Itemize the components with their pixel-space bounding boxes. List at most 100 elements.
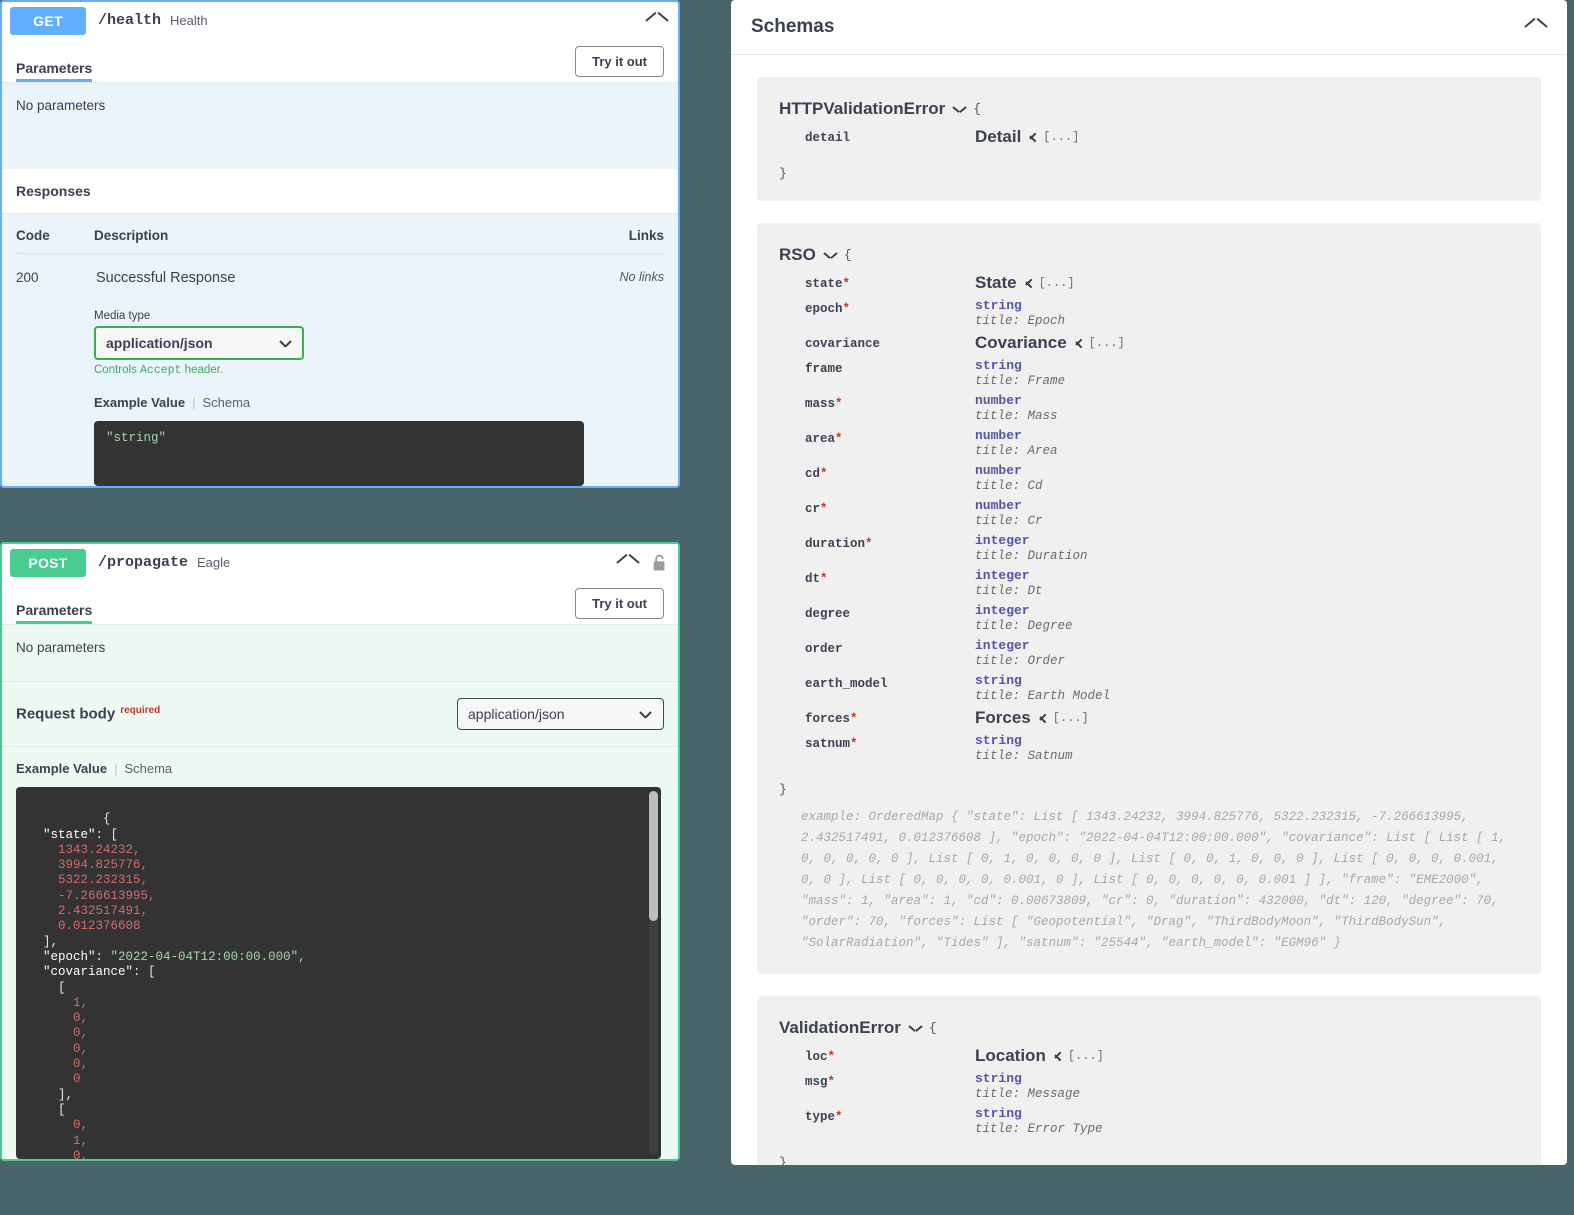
property-name: mass*: [805, 397, 843, 411]
property-name: type*: [805, 1110, 843, 1124]
operation-summary-text: Eagle: [197, 555, 231, 570]
model-name: RSO: [779, 245, 816, 264]
parameters-section-header: Parameters Try it out: [2, 39, 678, 83]
response-example-code-block: "string": [94, 421, 584, 486]
chevron-right-icon[interactable]: [1054, 1050, 1062, 1063]
chevron-up-icon[interactable]: [617, 557, 639, 569]
property-type: integer title: Duration: [975, 533, 1519, 563]
model-name: ValidationError: [779, 1018, 901, 1037]
code-block-scrollbar[interactable]: [649, 791, 658, 1155]
required-asterisk: *: [835, 432, 843, 446]
parameters-label: Parameters: [16, 602, 93, 624]
property-row: forces* Forces [...]: [779, 706, 1519, 731]
property-row: detail Detail [...]: [779, 125, 1519, 150]
chevron-right-icon[interactable]: [1039, 712, 1047, 725]
primitive-type: integer: [975, 568, 1030, 583]
chevron-up-icon[interactable]: [1525, 21, 1547, 33]
tab-divider: |: [114, 761, 118, 776]
response-media-type-select[interactable]: application/json: [94, 326, 304, 360]
property-name: order: [805, 642, 843, 656]
primitive-type: integer: [975, 533, 1030, 548]
model-title-row[interactable]: RSO {: [779, 245, 1519, 265]
model-card-rso: RSO{state* State [...] epoch* string title: E…: [757, 223, 1541, 974]
chevron-right-icon[interactable]: [1029, 131, 1037, 144]
unlocked-padlock-icon[interactable]: [651, 553, 668, 573]
required-asterisk: *: [835, 397, 843, 411]
responses-table-header: Code Description Links: [16, 214, 664, 254]
model-reference-link[interactable]: Detail: [975, 127, 1021, 147]
property-type: number title: Area: [975, 428, 1519, 458]
response-row-200: 200 Successful Response Media type appli…: [16, 254, 664, 486]
response-status-code: 200: [16, 270, 39, 285]
schemas-list: HTTPValidationError {detail Detail [...]} RS…: [731, 55, 1567, 1165]
tab-schema[interactable]: Schema: [202, 395, 250, 410]
property-row: epoch* string title: Epoch: [779, 296, 1519, 331]
property-row: area* number title: Area: [779, 426, 1519, 461]
model-reference-link[interactable]: State: [975, 273, 1017, 293]
collapsed-ellipsis: [...]: [1038, 276, 1075, 290]
primitive-type: integer: [975, 638, 1030, 653]
property-title: title: Satnum: [975, 749, 1073, 763]
property-type: string title: Frame: [975, 358, 1519, 388]
primitive-type: string: [975, 298, 1022, 313]
property-type: integer title: Degree: [975, 603, 1519, 633]
property-row: duration* integer title: Duration: [779, 531, 1519, 566]
operation-path: /propagate: [98, 554, 189, 571]
responses-table: Code Description Links 200 Successful Re…: [2, 214, 678, 486]
primitive-type: integer: [975, 603, 1030, 618]
property-type: number title: Cr: [975, 498, 1519, 528]
property-name: dt*: [805, 572, 828, 586]
open-brace: {: [973, 101, 982, 117]
primitive-type: number: [975, 498, 1022, 513]
property-name: earth_model: [805, 677, 888, 691]
property-title: title: Error Type: [975, 1122, 1103, 1136]
property-row: degree integer title: Degree: [779, 601, 1519, 636]
controls-accept-note: Controls Accept header.: [94, 364, 594, 377]
property-type: integer title: Order: [975, 638, 1519, 668]
try-it-out-button[interactable]: Try it out: [575, 46, 664, 77]
schemas-panel-header[interactable]: Schemas: [731, 0, 1567, 55]
property-name: frame: [805, 362, 843, 376]
chevron-right-icon[interactable]: [1075, 337, 1083, 350]
chevron-up-icon[interactable]: [646, 15, 668, 27]
chevron-down-icon[interactable]: [909, 1024, 922, 1032]
request-body-media-type-select[interactable]: application/json: [457, 698, 664, 730]
chevron-down-icon[interactable]: [824, 251, 837, 259]
chevron-right-icon[interactable]: [1025, 277, 1033, 290]
property-row: cd* number title: Cd: [779, 461, 1519, 496]
primitive-type: string: [975, 358, 1022, 373]
schemas-title: Schemas: [751, 16, 835, 37]
chevron-down-icon[interactable]: [953, 105, 966, 113]
tab-example-value[interactable]: Example Value: [94, 395, 185, 410]
property-type: string title: Error Type: [975, 1106, 1519, 1136]
collapsed-ellipsis: [...]: [1043, 130, 1080, 144]
tab-example-value[interactable]: Example Value: [16, 761, 107, 776]
column-header-links: Links: [628, 228, 664, 243]
try-it-out-button[interactable]: Try it out: [575, 588, 664, 619]
required-asterisk: *: [865, 537, 873, 551]
model-title-row[interactable]: ValidationError {: [779, 1018, 1519, 1038]
code-block-scrollbar-thumb[interactable]: [649, 791, 658, 921]
property-row: frame string title: Frame: [779, 356, 1519, 391]
request-media-type-select-wrap: application/json: [457, 698, 664, 730]
property-title: title: Cd: [975, 479, 1043, 493]
primitive-type: string: [975, 1106, 1022, 1121]
close-brace: }: [779, 1155, 787, 1165]
property-type: string title: Message: [975, 1071, 1519, 1101]
controls-accept-prefix: Controls: [94, 364, 141, 376]
operations-column: GET /health Health Parameters Try it out…: [0, 0, 680, 1215]
request-body-example-code-block[interactable]: { "state": [ 1343.24232, 3994.825776, 53…: [16, 787, 661, 1159]
request-body-json: { "state": [ 1343.24232, 3994.825776, 53…: [43, 812, 306, 1159]
model-title-row[interactable]: HTTPValidationError {: [779, 99, 1519, 119]
model-reference-link[interactable]: Covariance: [975, 333, 1067, 353]
primitive-type: string: [975, 733, 1022, 748]
opblock-summary-get-health[interactable]: GET /health Health: [2, 2, 678, 39]
property-name: msg*: [805, 1075, 836, 1089]
opblock-summary-post-propagate[interactable]: POST /propagate Eagle: [2, 544, 678, 581]
tab-schema[interactable]: Schema: [124, 761, 172, 776]
model-reference-link[interactable]: Location: [975, 1046, 1046, 1066]
model-reference-link[interactable]: Forces: [975, 708, 1031, 728]
property-type: Covariance [...]: [975, 333, 1519, 353]
request-body-label: Request body: [16, 705, 116, 723]
property-title: title: Order: [975, 654, 1066, 668]
